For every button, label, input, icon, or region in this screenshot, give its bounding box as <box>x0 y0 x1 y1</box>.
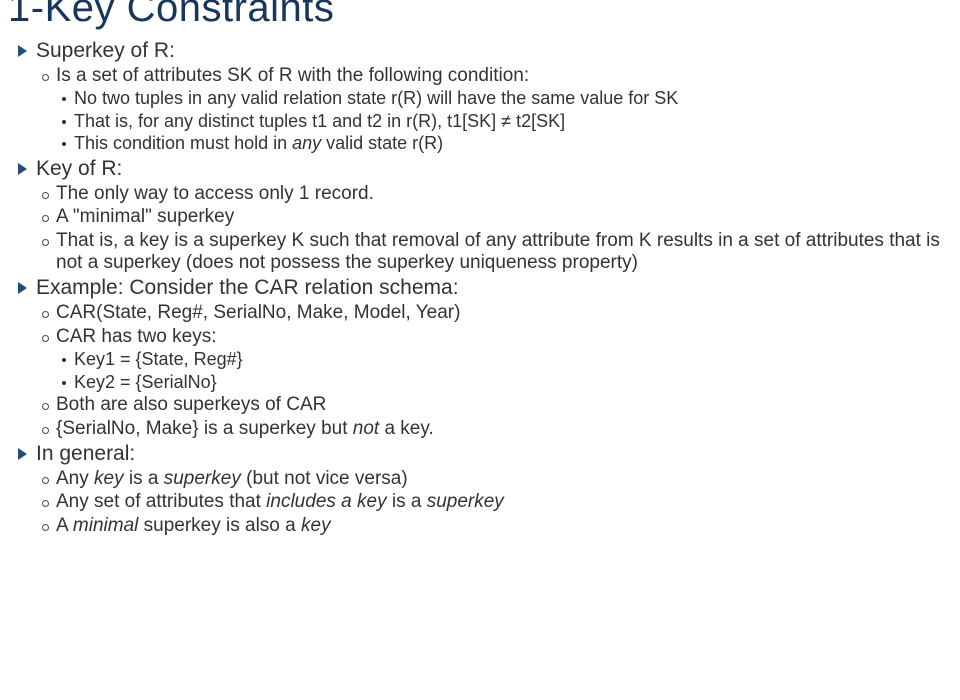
bullet-level1-label: Key of R: <box>36 157 122 180</box>
bullet-level2-label: A minimal superkey is also a key <box>56 515 331 536</box>
bullet-level1: Superkey of R: Is a set of attributes SK … <box>8 39 952 155</box>
slide-title: 1-Key Constraints <box>0 0 960 31</box>
bullet-level3: Key2 = {SerialNo} <box>56 372 952 394</box>
bullet-level2: That is, a key is a superkey K such that… <box>36 230 952 275</box>
bullet-level2: Both are also superkeys of CAR <box>36 394 952 416</box>
bullet-level2: Is a set of attributes SK of R with the … <box>36 65 952 155</box>
bullet-level1-label: Superkey of R: <box>36 39 175 62</box>
bullet-level2-label: CAR(State, Reg#, SerialNo, Make, Model, … <box>56 302 460 323</box>
bullet-level3: That is, for any distinct tuples t1 and … <box>56 111 952 133</box>
bullet-level2: CAR(State, Reg#, SerialNo, Make, Model, … <box>36 302 952 324</box>
bullet-level1-label: In general: <box>36 442 135 465</box>
bullet-level2-label: {SerialNo, Make} is a superkey but not a… <box>56 418 434 439</box>
bullet-level2-label: That is, a key is a superkey K such that… <box>56 230 940 273</box>
bullet-level2: Any key is a superkey (but not vice vers… <box>36 468 952 490</box>
bullet-level2: CAR has two keys:Key1 = {State, Reg#}Key… <box>36 326 952 394</box>
bullet-level2-label: A "minimal" superkey <box>56 206 234 227</box>
bullet-level2-label: Any set of attributes that includes a ke… <box>56 491 504 512</box>
bullet-level3: This condition must hold in any valid st… <box>56 133 952 155</box>
slide-content: Superkey of R: Is a set of attributes SK … <box>0 31 960 537</box>
bullet-level2-label: CAR has two keys: <box>56 326 217 347</box>
bullet-level1: Key of R: The only way to access only 1 r… <box>8 157 952 274</box>
bullet-level2-label: Is a set of attributes SK of R with the … <box>56 65 529 86</box>
bullet-level2: A "minimal" superkey <box>36 206 952 228</box>
bullet-level1-label: Example: Consider the CAR relation schem… <box>36 276 459 299</box>
bullet-level3: Key1 = {State, Reg#} <box>56 349 952 371</box>
bullet-level3: No two tuples in any valid relation stat… <box>56 88 952 110</box>
bullet-level2: {SerialNo, Make} is a superkey but not a… <box>36 418 952 440</box>
bullet-level2: A minimal superkey is also a key <box>36 515 952 537</box>
bullet-level1: In general: Any key is a superkey (but no… <box>8 442 952 537</box>
bullet-level2: The only way to access only 1 record. <box>36 183 952 205</box>
bullet-level2-label: Any key is a superkey (but not vice vers… <box>56 468 408 489</box>
bullet-level1: Example: Consider the CAR relation schem… <box>8 276 952 440</box>
bullet-level2-label: Both are also superkeys of CAR <box>56 394 326 415</box>
bullet-level2: Any set of attributes that includes a ke… <box>36 491 952 513</box>
bullet-level2-label: The only way to access only 1 record. <box>56 183 374 204</box>
